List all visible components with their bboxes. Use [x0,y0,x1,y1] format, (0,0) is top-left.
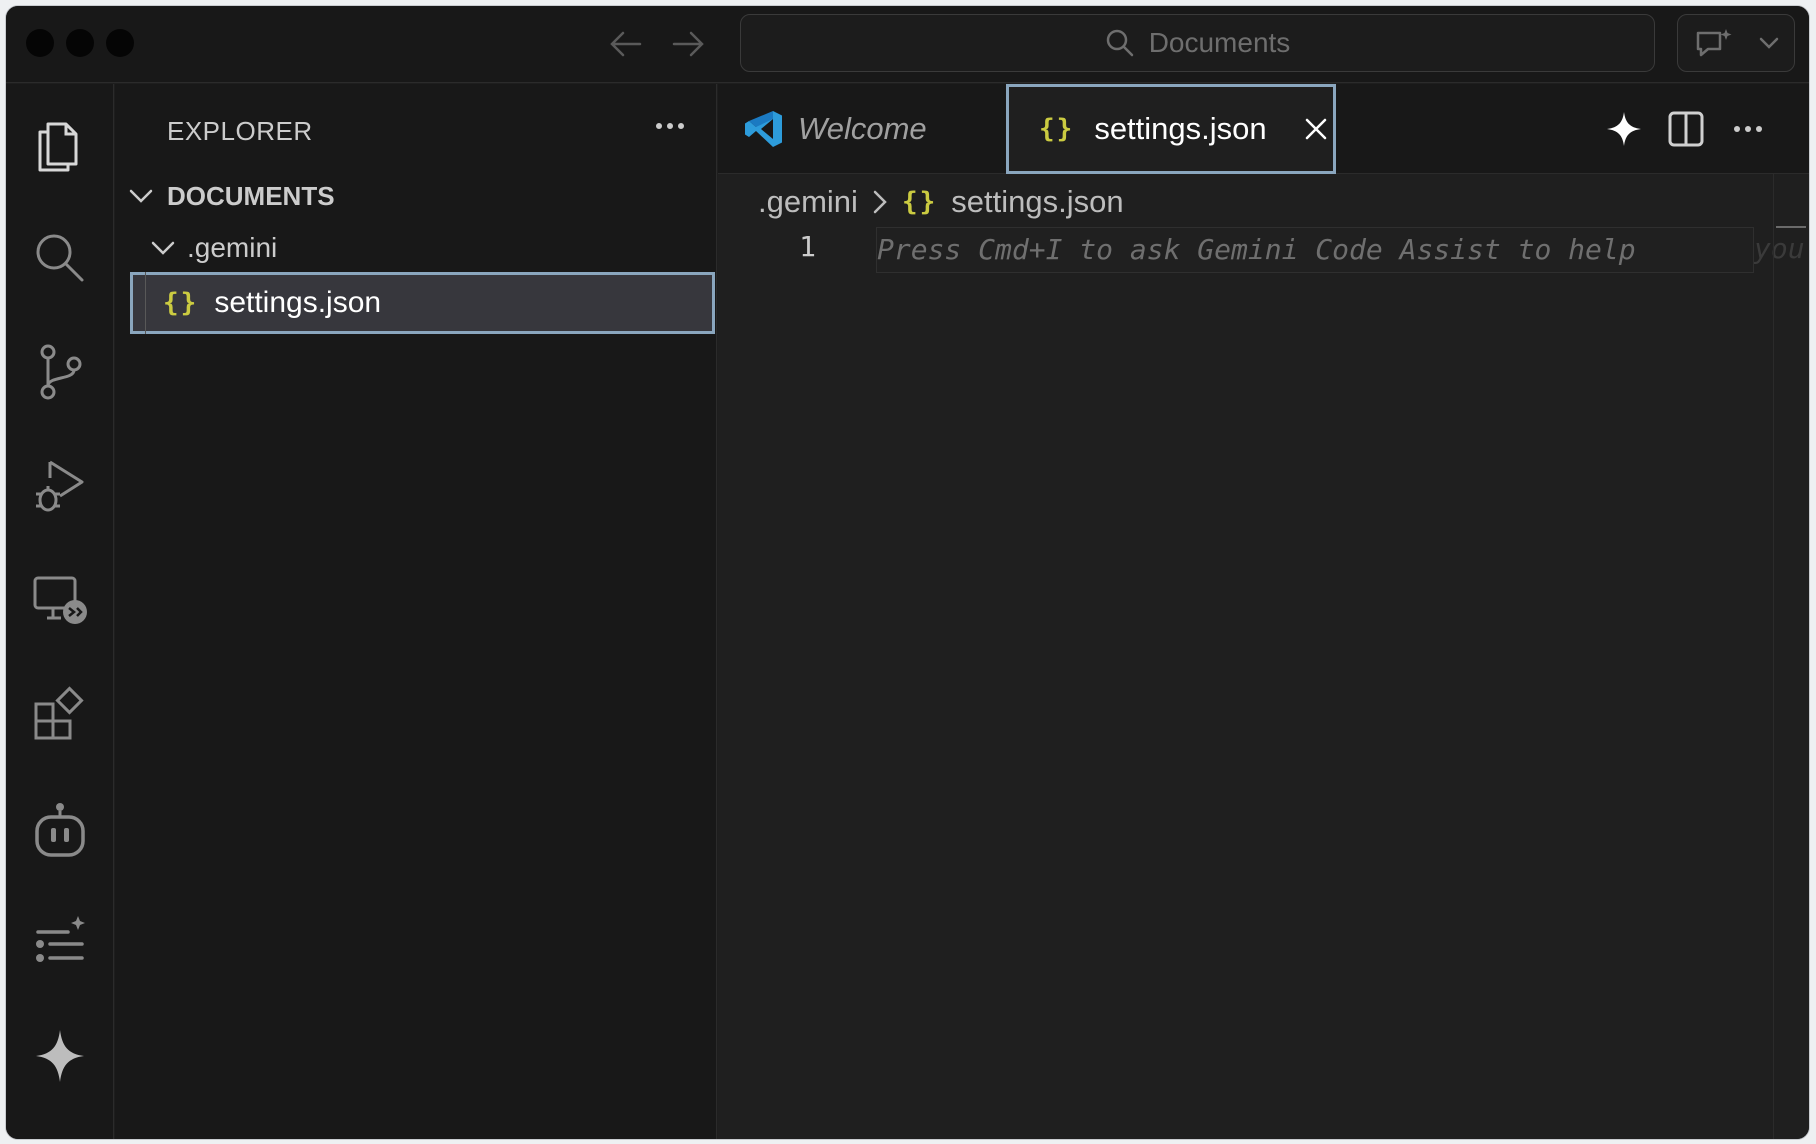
editor-tabs: Welcome {} settings.json [718,84,1809,174]
sidebar-title: EXPLORER [167,116,313,146]
explorer-sidebar: EXPLORER DOCUMENTS .gemini {} settings.j… [115,84,717,1139]
back-arrow-button[interactable] [606,24,646,64]
activity-gemini[interactable] [28,1024,92,1088]
robot-icon [35,803,85,857]
tree-root-documents[interactable]: DOCUMENTS [115,170,716,222]
maximize-window-button[interactable] [106,29,134,57]
tree-indent-guide [145,272,146,334]
json-file-icon: {} [163,288,199,318]
task-list-sparkle-icon [36,916,85,962]
editor-scrollbar-track[interactable] [1773,174,1774,1139]
editor-more-actions[interactable] [1728,109,1768,149]
search-label: Documents [1148,27,1291,58]
tab-welcome[interactable]: Welcome [718,84,1002,174]
tab-close-button[interactable] [1301,114,1331,144]
explorer-more-actions[interactable] [645,106,695,146]
tree-folder-label: .gemini [187,232,278,263]
split-editor-button[interactable] [1666,109,1706,149]
tree-file-settings-json[interactable]: {} settings.json [130,272,715,334]
split-editor-icon [1668,111,1704,147]
json-file-icon: {} [901,187,938,217]
activity-run-debug[interactable] [28,454,92,518]
line-number: 1 [799,230,816,263]
ellipsis-icon [1734,126,1762,132]
breadcrumb-file[interactable]: settings.json [951,184,1123,220]
chevron-down-icon [151,241,175,255]
command-center-search[interactable]: Documents [740,14,1655,72]
activity-search[interactable] [28,226,92,290]
title-bar: Documents [6,6,1809,83]
tab-welcome-label: Welcome [798,111,927,146]
activity-agent[interactable] [28,798,92,862]
files-icon [38,122,78,172]
tab-settings-json[interactable]: {} settings.json [1006,84,1336,174]
chat-button[interactable] [1677,14,1795,72]
chevron-down-icon[interactable] [1758,35,1780,51]
arrow-left-icon [610,31,642,57]
tree-file-label: settings.json [214,286,382,319]
inline-suggestion-hint[interactable]: Press Cmd+I to ask Gemini Code Assist to… [876,227,1754,273]
activity-explorer[interactable] [28,114,92,178]
search-icon [36,234,84,282]
minimap-indicator [1776,226,1806,228]
activity-bar [6,84,114,1139]
json-file-icon: {} [1039,114,1075,144]
activity-source-control[interactable] [28,340,92,404]
ellipsis-icon [656,123,684,129]
minimize-window-button[interactable] [66,29,94,57]
remote-explorer-icon [33,576,87,624]
activity-task-list[interactable] [28,910,92,974]
search-icon [1106,29,1133,57]
gemini-sparkle-icon [36,1030,84,1082]
chevron-down-icon [129,189,153,203]
tab-settings-label: settings.json [1094,111,1267,146]
sparkle-icon [1607,112,1641,146]
chat-sparkle-icon [1696,29,1732,57]
vscode-window: Documents EXPLORER DOCUMENTS .gemini {} … [6,6,1809,1139]
forward-arrow-button[interactable] [668,24,708,64]
tree-root-label: DOCUMENTS [167,180,335,211]
close-icon [1305,118,1326,140]
activity-remote-explorer[interactable] [28,568,92,632]
run-debug-icon [36,460,84,512]
chevron-right-icon [873,190,887,214]
activity-extensions[interactable] [28,682,92,746]
gemini-action-button[interactable] [1604,109,1644,149]
vscode-logo-icon [745,111,782,147]
breadcrumb: .gemini {} settings.json [758,182,1124,222]
breadcrumb-folder[interactable]: .gemini [758,184,858,220]
close-window-button[interactable] [26,29,54,57]
extensions-icon [34,686,84,740]
tree-folder-gemini[interactable]: .gemini [115,222,716,274]
source-control-icon [40,344,82,400]
inline-suggestion-overflow: you co [1754,232,1809,265]
arrow-right-icon [672,31,704,57]
editor-area: Welcome {} settings.json .gemini {} sett… [718,84,1809,1139]
